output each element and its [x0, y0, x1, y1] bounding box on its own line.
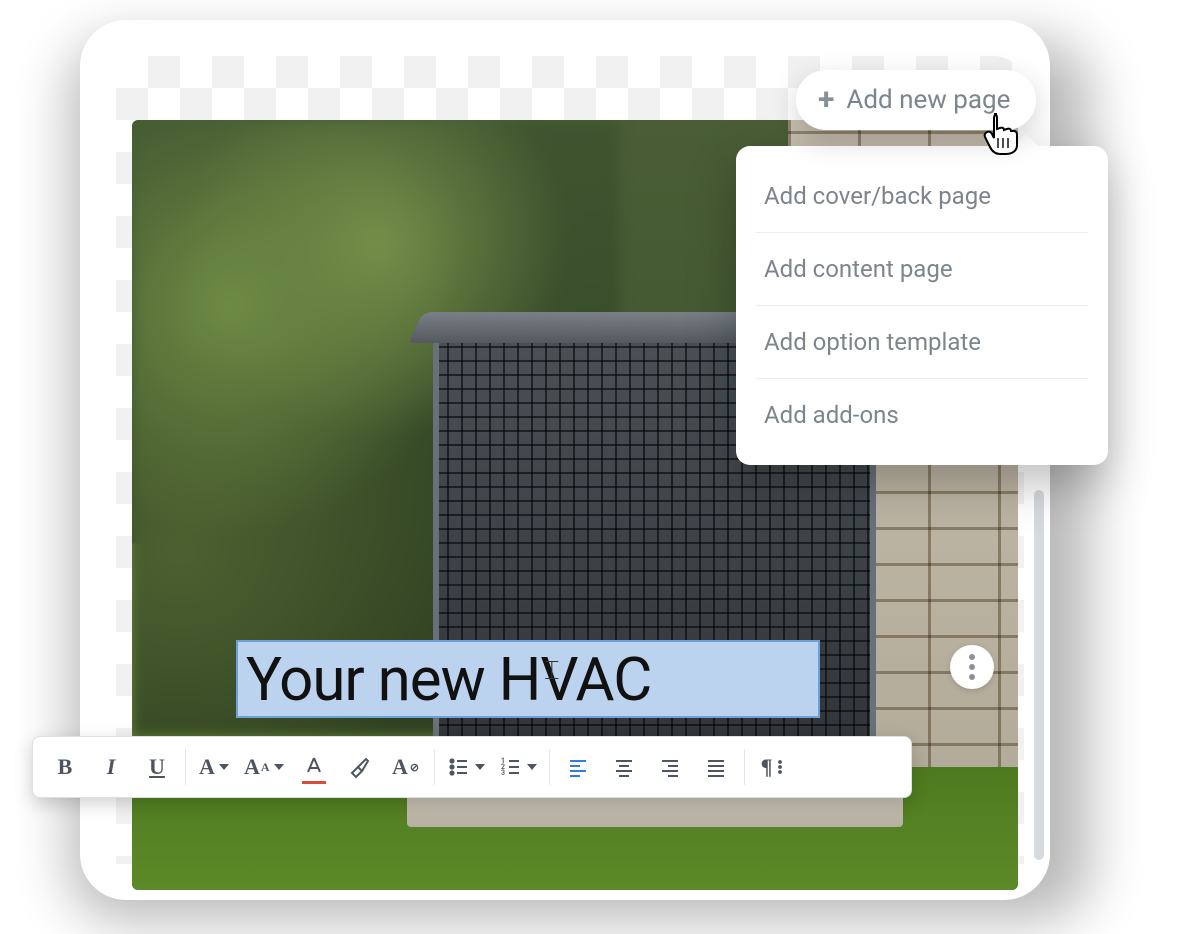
add-new-page-button[interactable]: + Add new page	[796, 70, 1036, 130]
highlight-button[interactable]	[338, 744, 382, 790]
numbered-list-button[interactable]: 123	[493, 744, 543, 790]
dropdown-item-cover-back[interactable]: Add cover/back page	[736, 160, 1108, 232]
paragraph-options-button[interactable]: ¶	[751, 744, 795, 790]
italic-button[interactable]: I	[89, 744, 133, 790]
text-format-toolbar: B I U A AA A⊘ 123 ¶	[32, 736, 912, 798]
toolbar-separator	[549, 749, 550, 785]
title-text-field[interactable]: Your new HVAC ⌶	[236, 640, 820, 718]
toolbar-separator	[185, 749, 186, 785]
dropdown-item-option-template[interactable]: Add option template	[736, 306, 1108, 378]
align-center-button[interactable]	[602, 744, 646, 790]
underline-button[interactable]: U	[135, 744, 179, 790]
svg-text:3: 3	[501, 769, 505, 777]
text-color-button[interactable]	[292, 744, 336, 790]
align-right-button[interactable]	[648, 744, 692, 790]
toolbar-separator	[744, 749, 745, 785]
plus-icon: +	[818, 85, 834, 115]
add-page-dropdown: Add cover/back page Add content page Add…	[736, 146, 1108, 465]
add-new-page-label: Add new page	[846, 85, 1010, 115]
font-size-button[interactable]: AA	[238, 744, 290, 790]
dropdown-item-content-page[interactable]: Add content page	[736, 233, 1108, 305]
dropdown-item-add-ons[interactable]: Add add-ons	[736, 379, 1108, 451]
scrollbar-thumb[interactable]	[1034, 490, 1044, 860]
toolbar-separator	[434, 749, 435, 785]
image-more-button[interactable]	[950, 645, 994, 689]
title-text-value: Your new HVAC	[246, 644, 651, 715]
bold-button[interactable]: B	[43, 744, 87, 790]
align-left-button[interactable]	[556, 744, 600, 790]
font-family-button[interactable]: A	[192, 744, 236, 790]
clear-format-button[interactable]: A⊘	[384, 744, 428, 790]
bullet-list-button[interactable]	[441, 744, 491, 790]
align-justify-button[interactable]	[694, 744, 738, 790]
